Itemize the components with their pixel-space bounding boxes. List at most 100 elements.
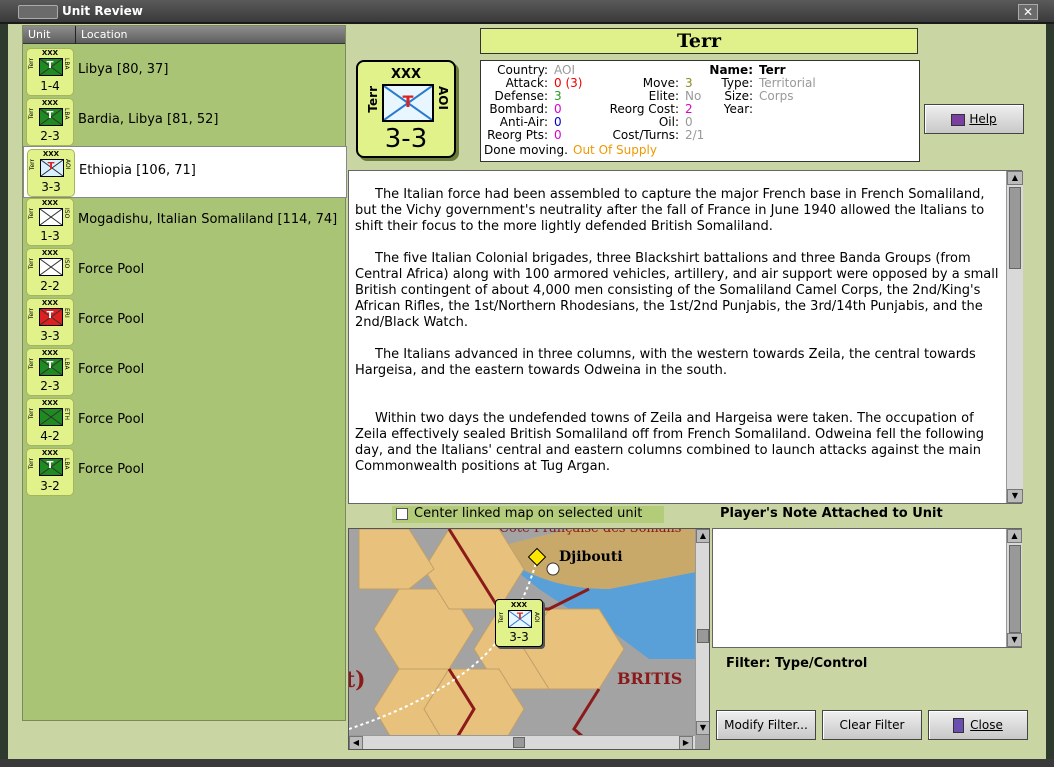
counter-symbol: T — [39, 358, 63, 376]
map-vscrollbar[interactable]: ▲ ▼ — [695, 529, 709, 735]
counter-strength: 3-3 — [41, 180, 61, 194]
defense-label: Defense: — [494, 89, 548, 103]
unit-list-row[interactable]: XXX Terr T AOI 3-3 Ethiopia [106, 71] — [23, 146, 347, 198]
map-counter-symbol: T — [508, 610, 532, 628]
close-button[interactable]: Close — [928, 710, 1028, 740]
note-scroll-thumb[interactable] — [1009, 545, 1021, 633]
counter-strength: 2-3 — [40, 379, 60, 393]
unit-description[interactable]: The Italian force had been assembled to … — [348, 170, 1023, 504]
modify-filter-button[interactable]: Modify Filter... — [716, 710, 816, 740]
map-counter-strength: 3-3 — [509, 630, 529, 644]
counter-letter: T — [47, 161, 55, 172]
counter-side-right: LBA — [63, 108, 70, 120]
unit-counter: XXX Terr T LBA 2-3 — [26, 98, 74, 146]
antiair-label: Anti-Air: — [499, 115, 548, 129]
unit-strength: 3-3 — [384, 124, 428, 154]
map-scroll-up-icon[interactable]: ▲ — [696, 529, 709, 543]
done-moving-label: Done moving. — [484, 143, 568, 157]
close-button-label: Close — [970, 718, 1003, 732]
map-hscrollbar[interactable]: ◀ ▶ — [349, 735, 695, 749]
scroll-up-icon[interactable]: ▲ — [1007, 171, 1023, 185]
map-unit-counter[interactable]: XXX Terr T AOI 3-3 — [495, 599, 543, 647]
help-button[interactable]: Help — [924, 104, 1024, 134]
counter-side-left: Terr — [28, 308, 35, 320]
unit-counter-large: XXX Terr T AOI 3-3 — [356, 60, 456, 158]
country-label: Country: — [497, 63, 548, 77]
title-bar[interactable]: Unit Review ✕ — [0, 0, 1054, 24]
player-note-field[interactable]: ▲ ▼ — [712, 528, 1022, 648]
move-label: Move: — [642, 76, 679, 90]
country-value: AOI — [554, 63, 575, 77]
counter-symbol — [39, 208, 63, 226]
counter-letter: T — [46, 60, 54, 71]
cost-turns-label: Cost/Turns: — [612, 128, 679, 142]
unit-list-row[interactable]: XXX Terr ISO 2-2 Force Pool — [23, 246, 345, 296]
close-window-icon[interactable]: ✕ — [1018, 4, 1038, 20]
counter-side-left: Terr — [28, 58, 35, 70]
attack-value: 0 (3) — [554, 76, 583, 90]
column-header-location[interactable]: Location — [81, 28, 128, 41]
note-scroll-down-icon[interactable]: ▼ — [1007, 633, 1022, 647]
counter-side-left: Terr — [29, 159, 36, 171]
note-scroll-up-icon[interactable]: ▲ — [1007, 529, 1022, 543]
name-value: Terr — [759, 63, 786, 77]
map-hscroll-thumb[interactable] — [513, 737, 525, 748]
unit-title: Terr — [480, 28, 918, 54]
description-scrollbar[interactable]: ▲ ▼ — [1006, 171, 1023, 503]
unit-list-row[interactable]: XXX Terr T LBA 2-3 Bardia, Libya [81, 52] — [23, 96, 345, 146]
unit-list-row[interactable]: XXX Terr ISO 1-3 Mogadishu, Italian Somalila… — [23, 196, 345, 246]
list-header: Unit Location — [23, 26, 345, 44]
linked-map[interactable]: Djibouti BRITIS Côte Française des Somal… — [348, 528, 710, 750]
counter-size: XXX — [41, 49, 59, 57]
note-scrollbar[interactable]: ▲ ▼ — [1006, 529, 1022, 647]
clear-filter-button[interactable]: Clear Filter — [822, 710, 922, 740]
map-scroll-right-icon[interactable]: ▶ — [679, 736, 693, 749]
description-text: The Italian force had been assembled to … — [355, 187, 999, 491]
counter-side-right: ISO — [63, 258, 70, 269]
unit-location: Force Pool — [78, 262, 145, 277]
unit-counter: XXX Terr T AOI 3-3 — [27, 149, 75, 197]
map-scroll-down-icon[interactable]: ▼ — [696, 721, 709, 735]
unit-list-row[interactable]: XXX Terr T LBA 1-4 Libya [80, 37] — [23, 46, 345, 96]
elite-label: Elite: — [648, 89, 679, 103]
antiair-value: 0 — [554, 115, 562, 129]
unit-list-row[interactable]: XXX Terr T LBA 2-3 Force Pool — [23, 346, 345, 396]
unit-list-row[interactable]: XXX Terr T ERI 3-3 Force Pool — [23, 296, 345, 346]
unit-counter: XXX Terr T ERI 3-3 — [26, 298, 74, 346]
column-header-unit[interactable]: Unit — [28, 28, 50, 41]
map-counter-side-left: Terr — [498, 612, 505, 624]
center-map-label: Center linked map on selected unit — [414, 506, 643, 521]
unit-list-row[interactable]: XXX Terr T LBA 3-2 Force Pool — [23, 446, 345, 496]
description-paragraph: Within two days the undefended towns of … — [355, 411, 984, 474]
note-header: Player's Note Attached to Unit — [720, 506, 943, 521]
window-menu-icon[interactable] — [18, 5, 58, 19]
counter-size: XXX — [41, 199, 59, 207]
year-label: Year: — [723, 102, 753, 116]
counter-side-right: ERI — [63, 308, 70, 318]
counter-side-left: Terr — [28, 208, 35, 220]
counter-letter: T — [46, 310, 54, 321]
reorg-cost-value: 2 — [685, 102, 693, 116]
map-city-label: Djibouti — [559, 549, 623, 565]
unit-list[interactable]: Unit Location XXX Terr T LBA 1-4 Libya [80, 3… — [22, 25, 347, 721]
map-counter-size: XXX — [510, 601, 528, 609]
scroll-down-icon[interactable]: ▼ — [1007, 489, 1023, 503]
counter-side-left: Terr — [28, 358, 35, 370]
window-title: Unit Review — [62, 4, 143, 18]
counter-size: XXX — [42, 150, 60, 158]
bombard-value: 0 — [554, 102, 562, 116]
center-map-option[interactable]: Center linked map on selected unit — [392, 506, 664, 523]
map-region-label: BRITIS — [617, 669, 683, 688]
center-map-checkbox[interactable] — [396, 508, 408, 520]
counter-symbol: T — [39, 308, 63, 326]
map-vscroll-thumb[interactable] — [697, 629, 709, 643]
map-scroll-left-icon[interactable]: ◀ — [349, 736, 363, 749]
scroll-thumb[interactable] — [1009, 187, 1021, 269]
counter-side-left: Terr — [28, 108, 35, 120]
counter-symbol: T — [39, 458, 63, 476]
unit-counter: XXX Terr T LBA 1-4 — [26, 48, 74, 96]
type-value: Territorial — [759, 76, 816, 90]
unit-list-row[interactable]: XXX Terr ETH 4-2 Force Pool — [23, 396, 345, 446]
unit-type-symbol: T — [382, 84, 434, 122]
unit-location: Bardia, Libya [81, 52] — [78, 112, 219, 127]
